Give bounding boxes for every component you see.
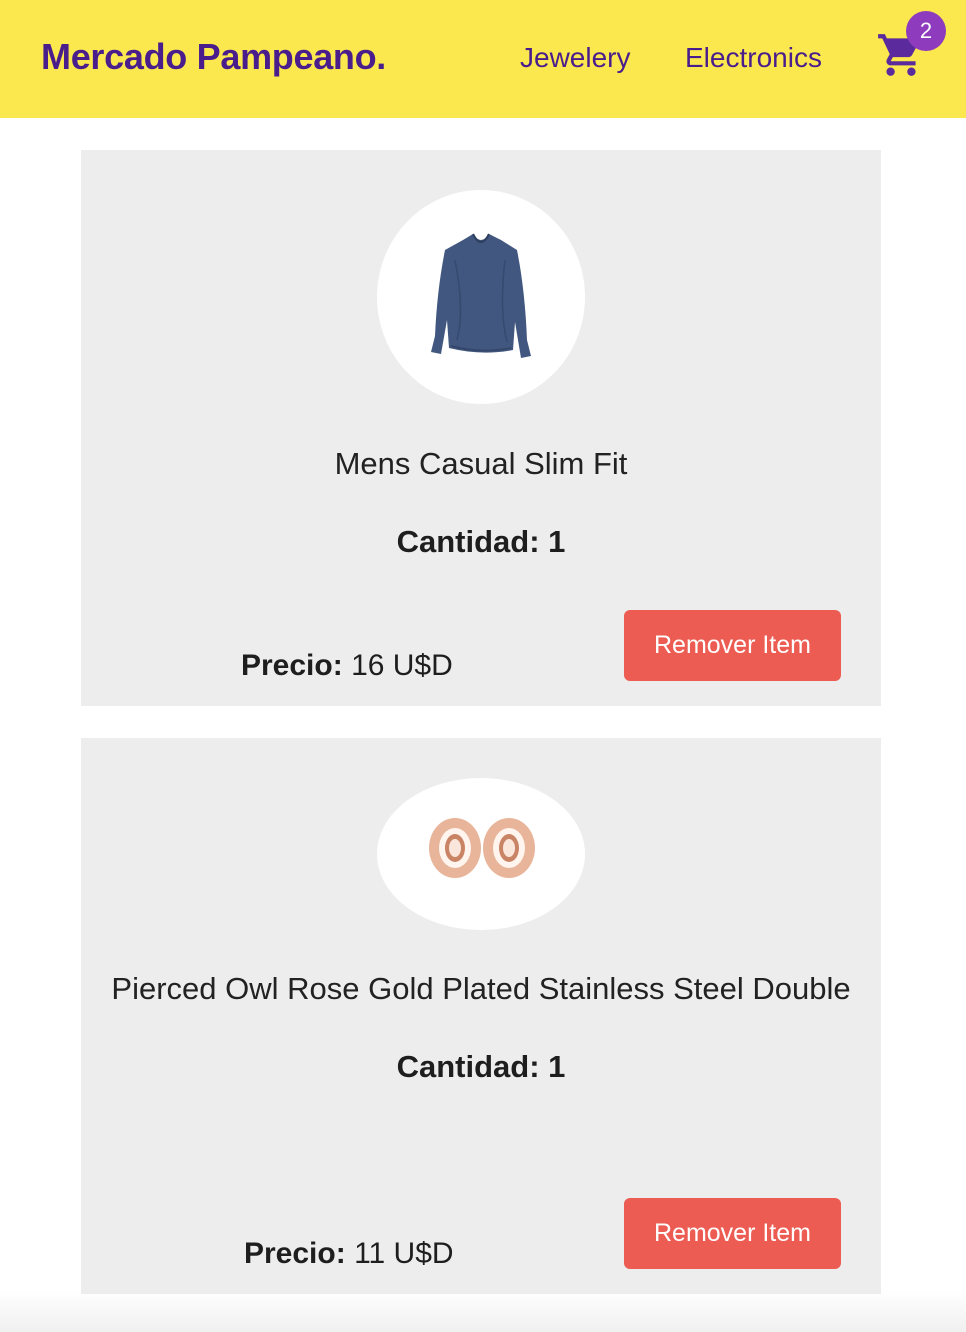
product-image [377,778,585,930]
product-image [377,190,585,404]
price-caption: Precio: [241,649,343,682]
nav-link-jewelery[interactable]: Jewelery [520,42,630,74]
cart-count-badge: 2 [906,11,946,51]
cart-item-card: Pierced Owl Rose Gold Plated Stainless S… [81,738,881,1294]
price-value: 16 U$D [351,649,453,682]
cart-item-card: Mens Casual Slim Fit Cantidad: 1 Precio:… [81,150,881,706]
product-title: Mens Casual Slim Fit [334,446,628,481]
price-label: Precio: 11 U$D [244,1237,454,1271]
price-value: 11 U$D [354,1237,454,1270]
quantity-label: Cantidad: 1 [396,524,566,559]
remove-item-button[interactable]: Remover Item [624,1198,841,1269]
shirt-image [431,233,531,358]
brand-logo[interactable]: Mercado Pampeano. [41,36,386,78]
top-navbar: Mercado Pampeano. Jewelery Electronics 2 [0,0,966,118]
earrings-image [429,818,535,878]
price-label: Precio: 16 U$D [241,649,453,683]
nav-link-electronics[interactable]: Electronics [685,42,822,74]
bottom-shadow [0,1290,966,1332]
price-caption: Precio: [244,1237,346,1270]
remove-item-button[interactable]: Remover Item [624,610,841,681]
product-title: Pierced Owl Rose Gold Plated Stainless S… [111,971,851,1006]
quantity-label: Cantidad: 1 [396,1049,566,1084]
